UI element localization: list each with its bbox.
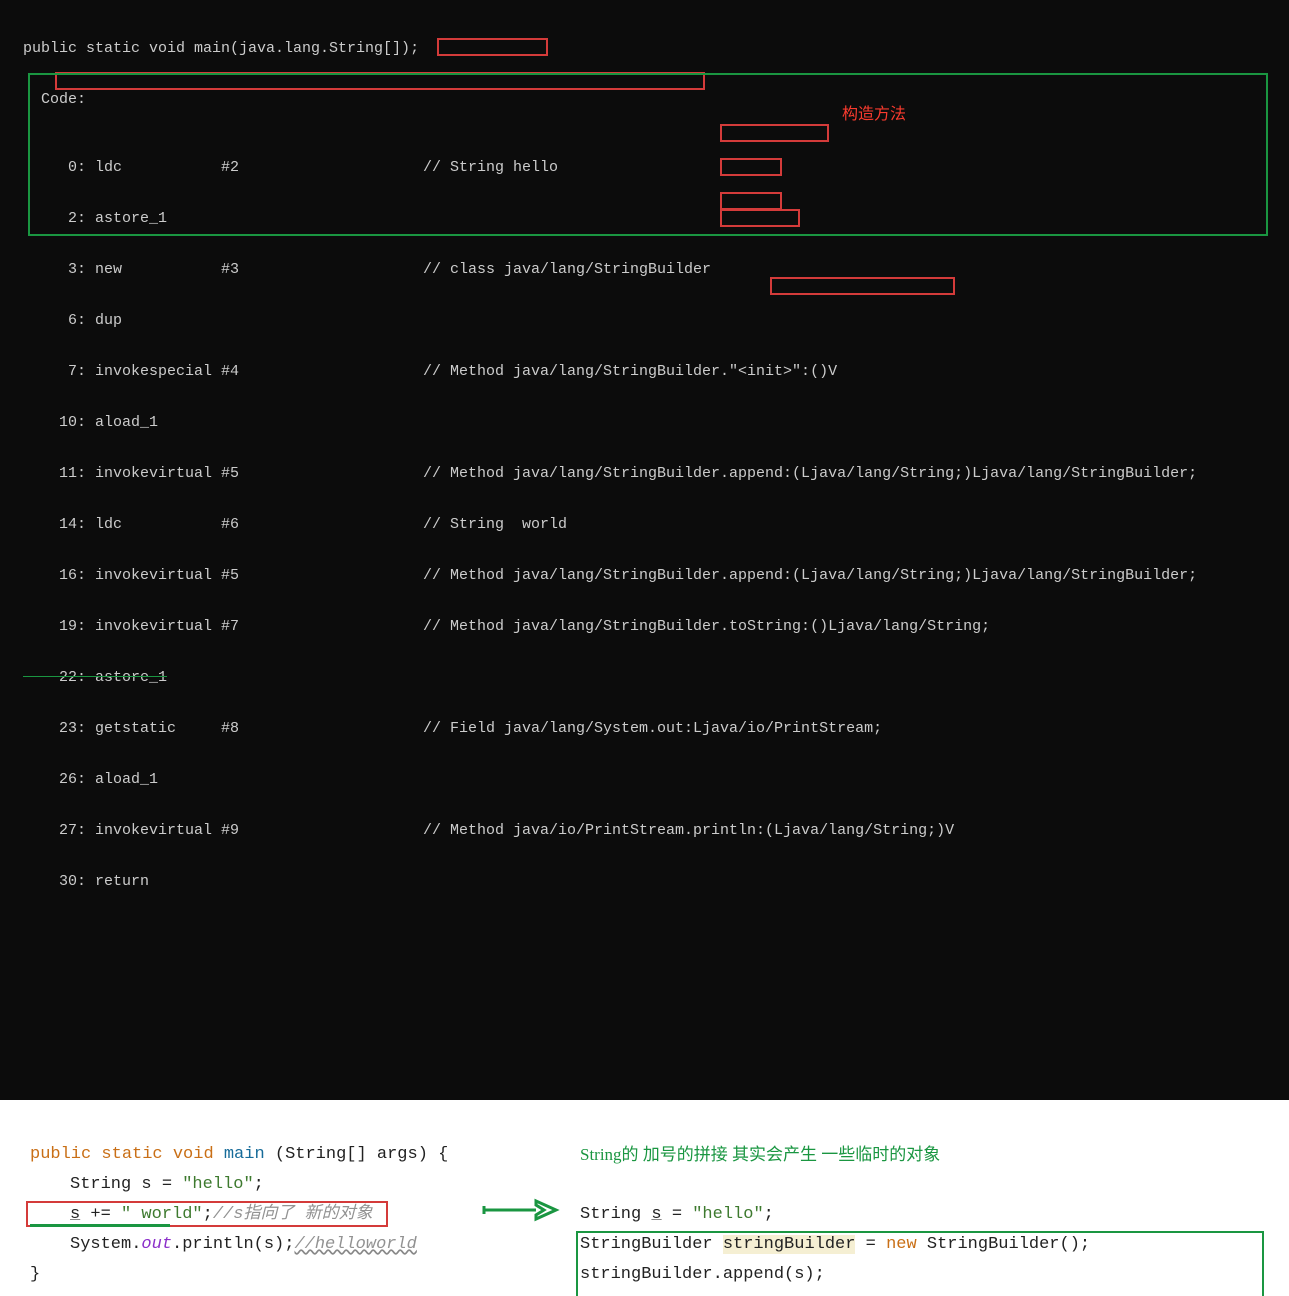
- bc-12-lhs: 26: aload_1: [23, 771, 158, 788]
- redbox-string-hello: [437, 38, 548, 56]
- kw-public: public: [30, 1145, 91, 1164]
- bc-11-rhs: // Field java/lang/System.out:Ljava/io/P…: [423, 720, 882, 737]
- redbox-println-sig: [770, 277, 955, 295]
- r1-str: "hello": [692, 1205, 763, 1224]
- r1-type: String: [580, 1205, 641, 1224]
- right-builder-block: StringBuilder stringBuilder = new String…: [580, 1230, 1090, 1296]
- bytecode-terminal: public static void main(java.lang.String…: [0, 0, 1289, 1100]
- bc-7-lhs: 14: ldc #6: [23, 516, 239, 533]
- bc-8-rhs: // Method java/lang/StringBuilder.append…: [423, 567, 1197, 584]
- right-title: String的 加号的拼接 其实会产生 一些临时的对象: [580, 1140, 1090, 1170]
- bc-10-lhs: 22: astore_1: [23, 669, 167, 686]
- bc-4-lhs: 7: invokespecial #4: [23, 363, 239, 380]
- greenbox-builder-block: [28, 73, 1268, 236]
- r1-space: [641, 1205, 651, 1224]
- var-s-eq: s =: [131, 1175, 182, 1194]
- left-line-5: }: [30, 1260, 448, 1290]
- main-params: (String[] args) {: [275, 1145, 448, 1164]
- source-code-left: public static void main (String[] args) …: [30, 1140, 448, 1290]
- method-signature: public static void main(java.lang.String…: [23, 40, 419, 57]
- bc-9-rhs: // Method java/lang/StringBuilder.toStri…: [423, 618, 990, 635]
- left-line-4: System.out.println(s);//helloworld: [30, 1230, 448, 1260]
- right-line-1: String s = "hello";: [580, 1200, 1090, 1230]
- bc-14-lhs: 30: return: [23, 873, 149, 890]
- out-field: out: [141, 1235, 172, 1254]
- r1-eq: =: [662, 1205, 693, 1224]
- sys: System.: [70, 1235, 141, 1254]
- green-underline: [30, 1224, 170, 1227]
- bc-2-lhs: 3: new #3: [23, 261, 239, 278]
- left-line-2: String s = "hello";: [30, 1170, 448, 1200]
- kw-static: static: [101, 1145, 162, 1164]
- left-line-3: s += " world";//s指向了 新的对象: [30, 1200, 448, 1230]
- bc-13-rhs: // Method java/io/PrintStream.println:(L…: [423, 822, 954, 839]
- str-hello: "hello": [182, 1175, 253, 1194]
- source-code-right: String的 加号的拼接 其实会产生 一些临时的对象 String s = "…: [580, 1140, 1090, 1296]
- bc-7-rhs: // String world: [423, 516, 567, 533]
- fn-main: main: [224, 1145, 265, 1164]
- bc-2-rhs: // class java/lang/StringBuilder: [423, 261, 711, 278]
- r1-var-s: s: [651, 1205, 661, 1224]
- r1-semi: ;: [764, 1205, 774, 1224]
- bc-9-lhs: 19: invokevirtual #7: [23, 618, 239, 635]
- greenbox-expanded: [576, 1231, 1264, 1296]
- left-line-1: public static void main (String[] args) …: [30, 1140, 448, 1170]
- println-call: .println(s);: [172, 1235, 294, 1254]
- bc-8-lhs: 16: invokevirtual #5: [23, 567, 239, 584]
- kw-void: void: [173, 1145, 214, 1164]
- bc-13-lhs: 27: invokevirtual #9: [23, 822, 239, 839]
- semi-1: ;: [254, 1175, 264, 1194]
- bc-5-lhs: 10: aload_1: [23, 414, 158, 431]
- bc-4-rhs: // Method java/lang/StringBuilder."<init…: [423, 363, 837, 380]
- bc-6-lhs: 11: invokevirtual #5: [23, 465, 239, 482]
- type-string: String: [70, 1175, 131, 1194]
- arrow-icon: [480, 1197, 560, 1223]
- annotation-constructor: 构造方法: [842, 106, 906, 123]
- bc-11-lhs: 23: getstatic #8: [23, 720, 239, 737]
- bc-6-rhs: // Method java/lang/StringBuilder.append…: [423, 465, 1197, 482]
- comment-helloworld: //helloworld: [294, 1235, 416, 1254]
- bc-3-lhs: 6: dup: [23, 312, 122, 329]
